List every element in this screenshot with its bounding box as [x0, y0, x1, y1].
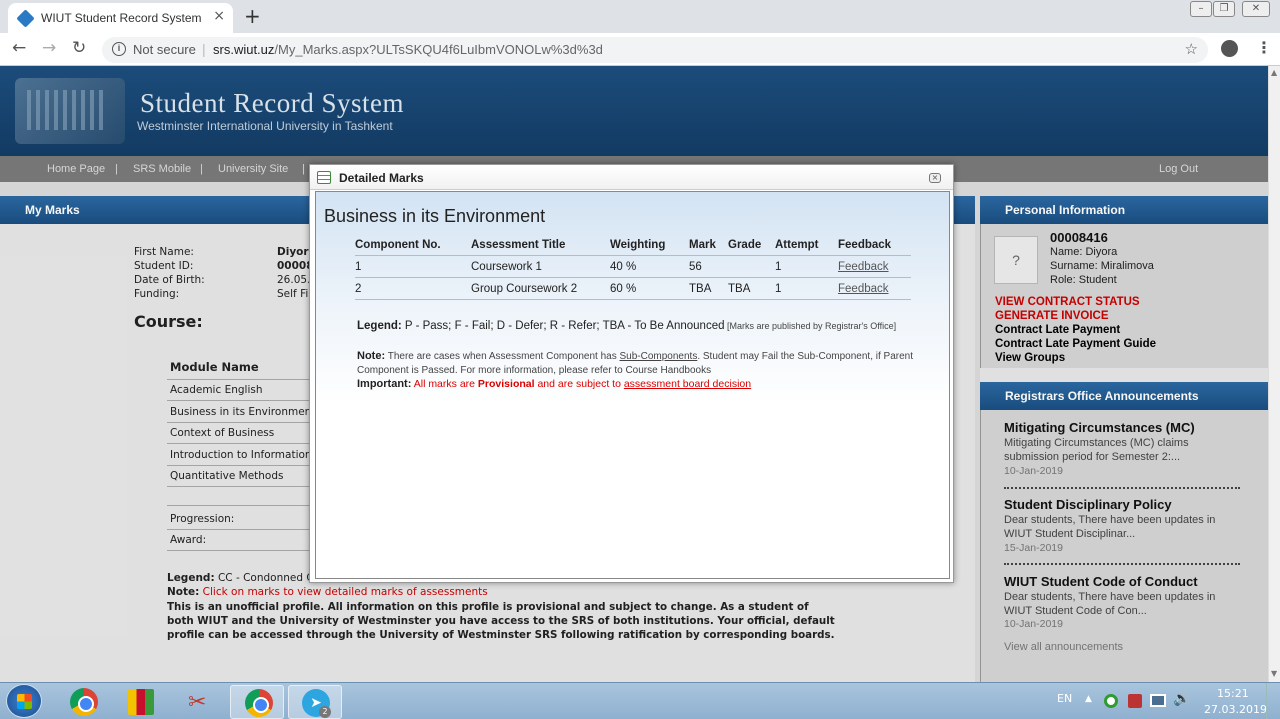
col-grade: Grade [728, 237, 775, 256]
important-pre: All marks are [411, 378, 478, 390]
assessment-board-link[interactable]: assessment board decision [624, 378, 751, 390]
tab-strip: WIUT Student Record System × + – ❐ ✕ [0, 0, 1280, 33]
sub-components-link[interactable]: Sub-Components [620, 351, 698, 362]
taskbar-telegram[interactable]: ➤ 2 [288, 685, 342, 719]
cell-attempt: 1 [775, 277, 838, 300]
cell-attempt: 1 [775, 255, 838, 278]
cell-grade: TBA [728, 277, 775, 300]
table-row: 1 Coursework 1 40 % 56 1 Feedback [355, 255, 911, 278]
clock-time[interactable]: 15:21 [1217, 687, 1249, 700]
module-title: Business in its Environment [324, 206, 546, 226]
chrome-icon [245, 689, 273, 717]
col-mark: Mark [689, 237, 728, 256]
dialog-important: Important: All marks are Provisional and… [357, 378, 751, 390]
tab-close-icon[interactable]: × [213, 8, 225, 24]
unread-badge: 2 [319, 706, 331, 718]
important-provisional: Provisional [477, 378, 535, 390]
cell-component-no: 2 [355, 277, 471, 300]
restore-button[interactable]: ❐ [1213, 1, 1235, 17]
dialog-legend-label: Legend: [357, 320, 402, 332]
taskbar-snipping-tool[interactable]: ✂ [172, 685, 226, 719]
browser-toolbar: ← → ↻ i Not secure | srs.wiut.uz/My_Mark… [0, 33, 1280, 66]
account-avatar-icon[interactable] [1221, 40, 1238, 57]
browser-chrome: WIUT Student Record System × + – ❐ ✕ ← →… [0, 0, 1280, 66]
cell-mark: 56 [689, 255, 728, 278]
col-feedback: Feedback [838, 237, 911, 256]
important-mid: and are subject to [534, 378, 624, 390]
col-weighting: Weighting [610, 237, 689, 256]
address-bar[interactable]: i Not secure | srs.wiut.uz/My_Marks.aspx… [102, 37, 1208, 63]
dialog-note-pre: There are cases when Assessment Componen… [385, 351, 620, 362]
table-row: 2 Group Coursework 2 60 % TBA TBA 1 Feed… [355, 277, 911, 300]
url-path: /My_Marks.aspx?ULTsSKQU4f6LuIbmVONOLw%3d… [274, 42, 603, 57]
new-tab-button[interactable]: + [244, 4, 261, 28]
show-desktop-button[interactable] [1266, 683, 1280, 719]
start-button[interactable] [6, 684, 42, 718]
col-attempt: Attempt [775, 237, 838, 256]
dialog-header: Detailed Marks × [310, 165, 953, 190]
url-text: srs.wiut.uz/My_Marks.aspx?ULTsSKQU4f6LuI… [213, 42, 603, 57]
kebab-menu-icon[interactable]: ⋮ [1256, 38, 1272, 57]
cell-grade [728, 255, 775, 278]
reload-icon[interactable]: ↻ [72, 38, 86, 58]
tab-title: WIUT Student Record System [41, 11, 202, 25]
taskbar-chrome-pinned[interactable] [56, 685, 110, 719]
cell-component-no: 1 [355, 255, 471, 278]
language-indicator[interactable]: EN [1057, 692, 1072, 705]
dialog-close-icon[interactable]: × [929, 173, 941, 183]
scroll-up-arrow-icon[interactable]: ▲ [1271, 68, 1277, 77]
cell-assessment-title: Coursework 1 [471, 255, 610, 278]
important-label: Important: [357, 378, 412, 390]
clock-date[interactable]: 27.03.2019 [1204, 703, 1267, 716]
document-icon [317, 171, 331, 184]
dialog-legend-note: [Marks are published by Registrar's Offi… [724, 321, 897, 331]
bookmark-star-icon[interactable]: ☆ [1185, 40, 1198, 58]
cell-weighting: 60 % [610, 277, 689, 300]
cell-weighting: 40 % [610, 255, 689, 278]
window-close-button[interactable]: ✕ [1242, 1, 1270, 17]
browser-tab[interactable]: WIUT Student Record System × [8, 3, 233, 33]
tray-expand-icon[interactable]: ▲ [1085, 694, 1092, 704]
taskbar-chrome-active[interactable] [230, 685, 284, 719]
omnibox-separator: | [202, 41, 206, 57]
feedback-link[interactable]: Feedback [838, 261, 889, 273]
taskbar-office-app[interactable] [114, 685, 168, 719]
network-icon[interactable] [1150, 694, 1166, 707]
detailed-marks-dialog: Detailed Marks × Business in its Environ… [309, 164, 954, 583]
chrome-icon [70, 688, 98, 716]
marks-table: Component No. Assessment Title Weighting… [355, 237, 911, 300]
minimize-button[interactable]: – [1190, 1, 1212, 17]
feedback-link[interactable]: Feedback [838, 283, 889, 295]
dialog-legend: Legend: P - Pass; F - Fail; D - Defer; R… [357, 320, 896, 332]
cell-feedback: Feedback [838, 255, 911, 278]
back-arrow-icon[interactable]: ← [12, 38, 26, 58]
dialog-body: Business in its Environment Component No… [315, 191, 950, 579]
scroll-down-arrow-icon[interactable]: ▼ [1271, 669, 1277, 678]
site-favicon-icon [16, 9, 35, 28]
not-secure-label: Not secure [133, 42, 196, 57]
windows-taskbar: ✂ ➤ 2 EN ▲ 🔊 15:21 27.03.2019 [0, 682, 1280, 719]
tray-app-icon[interactable] [1104, 694, 1118, 708]
windows-logo-icon [17, 694, 32, 709]
dialog-note: Note: There are cases when Assessment Co… [357, 349, 925, 378]
col-component-no: Component No. [355, 237, 471, 256]
col-assessment-title: Assessment Title [471, 237, 610, 256]
office-app-icon [128, 689, 154, 715]
info-icon[interactable]: i [112, 42, 126, 56]
volume-icon[interactable]: 🔊 [1173, 691, 1190, 707]
cell-feedback: Feedback [838, 277, 911, 300]
dialog-note-label: Note: [357, 350, 386, 362]
dialog-legend-text: P - Pass; F - Fail; D - Defer; R - Refer… [401, 320, 725, 332]
cell-mark: TBA [689, 277, 728, 300]
url-host: srs.wiut.uz [213, 42, 275, 57]
tray-security-icon[interactable] [1128, 694, 1142, 708]
scissors-icon: ✂ [188, 690, 207, 715]
dialog-title: Detailed Marks [339, 171, 424, 185]
forward-arrow-icon[interactable]: → [42, 38, 56, 58]
page-scrollbar[interactable]: ▲ ▼ [1268, 66, 1280, 682]
cell-assessment-title: Group Coursework 2 [471, 277, 610, 300]
